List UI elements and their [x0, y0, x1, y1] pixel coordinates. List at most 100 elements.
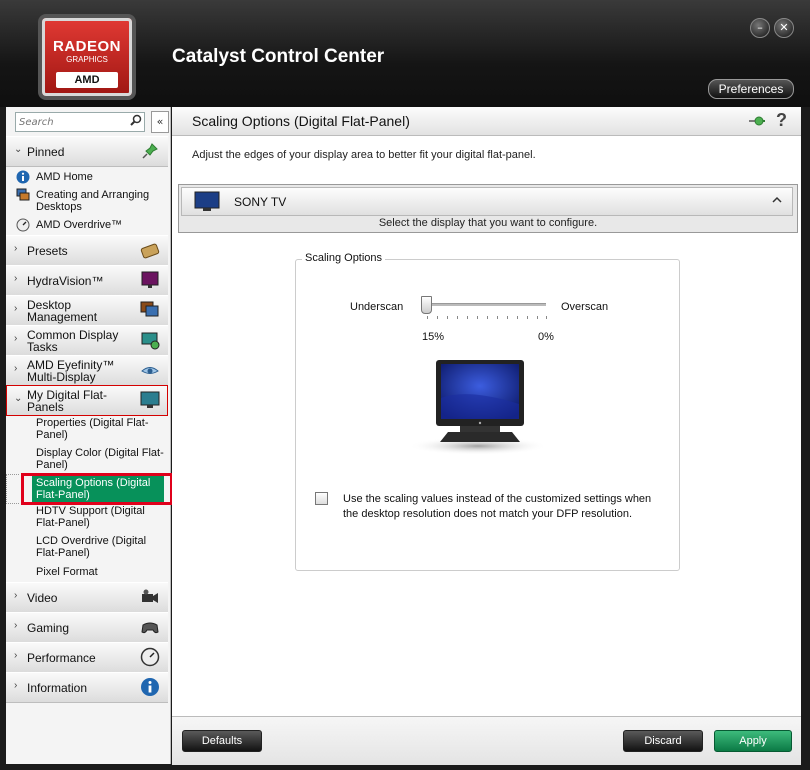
display-selector: SONY TV Select the display that you want… — [178, 184, 798, 233]
hydravision-icon — [140, 270, 160, 290]
chevron-right-icon: › — [14, 363, 18, 374]
main-panel: Scaling Options (Digital Flat-Panel) ? A… — [172, 107, 801, 764]
catalyst-window: RADEON GRAPHICS AMD Catalyst Control Cen… — [0, 0, 810, 770]
pinned-item-label: AMD Home — [36, 171, 93, 183]
sidebar: « ⌄ Pinned AMD Home Creating and Arrangi… — [6, 107, 171, 764]
category-presets[interactable]: › Presets — [6, 235, 168, 266]
category-common-display-tasks[interactable]: › Common Display Tasks — [6, 325, 168, 356]
category-hydravision[interactable]: › HydraVision™ — [6, 265, 168, 296]
category-label: Presets — [27, 243, 68, 258]
category-label: AMD Eyefinity™ Multi-Display — [27, 357, 115, 384]
discard-button[interactable]: Discard — [623, 730, 703, 752]
apply-button[interactable]: Apply — [714, 730, 792, 752]
chevron-down-icon: ⌄ — [14, 393, 23, 404]
category-information[interactable]: › Information — [6, 672, 168, 703]
page-description: Adjust the edges of your display area to… — [192, 149, 536, 161]
category-my-digital-flat-panels[interactable]: ⌄ My Digital Flat-Panels — [6, 385, 168, 416]
chevron-right-icon: › — [14, 620, 18, 631]
pinned-item-label: Creating and Arranging Desktops — [36, 189, 150, 213]
logo-radeon-text: RADEON — [52, 38, 121, 55]
search-icon[interactable] — [130, 114, 142, 129]
selection-highlight — [21, 473, 173, 505]
category-label: Performance — [27, 650, 96, 665]
pin-icon — [140, 141, 160, 161]
page-title: Scaling Options (Digital Flat-Panel) — [192, 113, 410, 129]
sidebar-item-display-color[interactable]: Display Color (Digital Flat-Panel) — [36, 447, 166, 471]
chevron-right-icon: › — [14, 590, 18, 601]
scaling-slider-thumb[interactable] — [421, 296, 432, 314]
chevron-right-icon: › — [14, 303, 18, 314]
slider-right-value: 0% — [538, 331, 554, 343]
title-bar: RADEON GRAPHICS AMD Catalyst Control Cen… — [0, 0, 810, 107]
gauge-icon — [140, 647, 160, 667]
app-title: Catalyst Control Center — [172, 46, 385, 67]
chevron-right-icon: › — [14, 273, 18, 284]
overscan-label: Overscan — [561, 301, 609, 313]
desktop-management-icon — [140, 300, 160, 320]
minimize-button[interactable]: – — [750, 18, 770, 38]
category-label: HydraVision™ — [27, 273, 104, 288]
chevron-up-icon — [772, 193, 782, 207]
search-box — [15, 112, 145, 132]
collapse-sidebar-button[interactable]: « — [151, 111, 169, 133]
chevron-right-icon: › — [14, 243, 18, 254]
main-header: Scaling Options (Digital Flat-Panel) ? — [172, 107, 801, 136]
chevron-down-icon: ⌄ — [14, 144, 23, 155]
video-camera-icon — [140, 587, 160, 607]
radeon-logo: RADEON GRAPHICS AMD — [42, 18, 132, 96]
sidebar-item-pixel-format[interactable]: Pixel Format — [36, 566, 166, 578]
chevron-right-icon: › — [14, 650, 18, 661]
category-eyefinity[interactable]: › AMD Eyefinity™ Multi-Display — [6, 355, 168, 386]
desktops-icon — [16, 188, 30, 202]
flat-panel-icon — [140, 390, 160, 410]
scaling-options-group: Scaling Options Underscan Overscan 15% 0… — [295, 252, 680, 571]
category-desktop-management[interactable]: › Desktop Management — [6, 295, 168, 326]
underscan-label: Underscan — [350, 301, 404, 313]
category-label: Common Display Tasks — [27, 327, 119, 354]
category-label: Information — [27, 680, 88, 695]
category-label: Gaming — [27, 620, 70, 635]
sidebar-item-hdtv-support[interactable]: HDTV Support (Digital Flat-Panel) — [36, 505, 166, 529]
footer-bar: Defaults Discard Apply — [172, 716, 801, 765]
category-pinned[interactable]: ⌄ Pinned — [6, 136, 168, 167]
close-button[interactable]: ✕ — [774, 18, 794, 38]
category-label: Pinned — [27, 144, 65, 159]
eyefinity-icon — [140, 360, 160, 380]
chevron-right-icon: › — [14, 333, 18, 344]
category-video[interactable]: › Video — [6, 582, 168, 613]
scaling-checkbox[interactable] — [315, 492, 328, 505]
display-dropdown[interactable]: SONY TV — [181, 187, 793, 216]
search-input[interactable] — [16, 113, 126, 131]
monitor-preview-image — [408, 360, 548, 455]
sidebar-item-lcd-overdrive[interactable]: LCD Overdrive (Digital Flat-Panel) — [36, 535, 166, 559]
presets-icon — [140, 240, 160, 260]
checkbox-label: Use the scaling values instead of the cu… — [343, 493, 652, 520]
scaling-slider-track[interactable] — [426, 303, 546, 306]
gamepad-icon — [140, 617, 160, 637]
category-gaming[interactable]: › Gaming — [6, 612, 168, 643]
display-hint: Select the display that you want to conf… — [378, 217, 598, 229]
display-name: SONY TV — [234, 195, 287, 209]
category-label: Video — [27, 590, 58, 605]
pinned-item-label: AMD Overdrive™ — [36, 219, 123, 231]
preferences-button[interactable]: Preferences — [708, 79, 794, 99]
display-tasks-icon — [140, 330, 160, 350]
sidebar-item-properties[interactable]: Properties (Digital Flat-Panel) — [36, 417, 166, 441]
category-performance[interactable]: › Performance — [6, 642, 168, 673]
category-label: My Digital Flat-Panels — [27, 387, 108, 414]
gauge-icon — [16, 218, 30, 232]
info-icon — [140, 677, 160, 697]
help-icon[interactable]: ? — [776, 110, 787, 131]
group-title: Scaling Options — [302, 252, 386, 264]
slider-left-value: 15% — [422, 331, 445, 343]
slider-ticks — [427, 316, 547, 319]
pin-page-icon[interactable] — [748, 113, 766, 129]
category-label: Desktop Management — [27, 297, 98, 324]
logo-graphics-text: GRAPHICS — [66, 55, 108, 64]
info-icon — [16, 170, 30, 184]
tree-connector — [6, 474, 19, 504]
logo-amd-text: AMD — [56, 72, 118, 88]
defaults-button[interactable]: Defaults — [182, 730, 262, 752]
monitor-icon — [194, 191, 220, 213]
chevron-right-icon: › — [14, 680, 18, 691]
